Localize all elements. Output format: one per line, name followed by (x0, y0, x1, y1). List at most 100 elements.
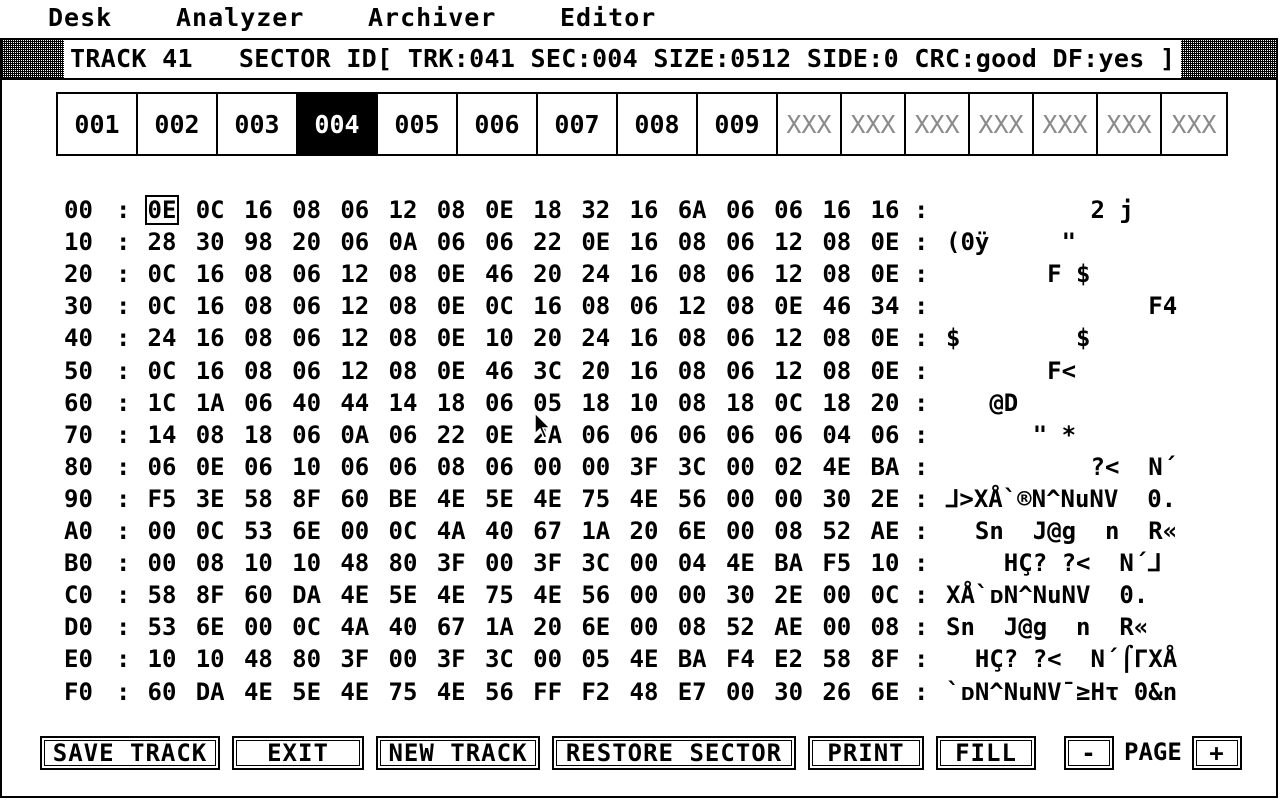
hex-byte[interactable]: 06 (385, 419, 421, 451)
hex-byte[interactable]: 22 (530, 226, 566, 258)
sector-tab-unavailable[interactable]: XXX (906, 94, 970, 154)
ascii-column[interactable]: `ᴅN^NuNV¯≥Hτ 0&n (946, 676, 1216, 708)
hex-byte[interactable]: 16 (819, 194, 855, 226)
hex-byte[interactable]: 0C (289, 611, 325, 643)
hex-byte[interactable]: 08 (674, 387, 710, 419)
hex-byte[interactable]: 06 (481, 387, 517, 419)
sector-tab-008[interactable]: 008 (618, 94, 698, 154)
menu-analyzer[interactable]: Analyzer (176, 2, 304, 34)
hex-byte[interactable]: 4A (433, 515, 469, 547)
sector-tab-unavailable[interactable]: XXX (1098, 94, 1162, 154)
hex-byte[interactable]: 08 (192, 547, 228, 579)
hex-byte[interactable]: 0E (433, 355, 469, 387)
hex-byte[interactable]: 00 (337, 515, 373, 547)
sector-tab-005[interactable]: 005 (378, 94, 458, 154)
hex-byte[interactable]: 0C (144, 258, 180, 290)
hex-byte[interactable]: 08 (433, 194, 469, 226)
hex-byte[interactable]: 6E (289, 515, 325, 547)
hex-byte[interactable]: 8F (289, 483, 325, 515)
hex-byte[interactable]: 20 (530, 611, 566, 643)
hex-byte[interactable]: 3E (192, 483, 228, 515)
window-title-bar[interactable]: TRACK 41 SECTOR ID[ TRK:041 SEC:004 SIZE… (2, 40, 1276, 80)
hex-byte[interactable]: 08 (385, 355, 421, 387)
page-plus-button[interactable]: + (1192, 736, 1242, 770)
hex-byte[interactable]: 08 (385, 322, 421, 354)
hex-byte[interactable]: 06 (722, 194, 758, 226)
ascii-column[interactable]: F< (946, 355, 1216, 387)
hex-byte[interactable]: 06 (240, 387, 276, 419)
ascii-column[interactable]: 2 j (946, 194, 1216, 226)
hex-byte[interactable]: 00 (240, 611, 276, 643)
hex-byte[interactable]: F2 (578, 676, 614, 708)
ascii-column[interactable]: HÇ? ?< N´⅃ (946, 547, 1216, 579)
hex-byte[interactable]: 3C (530, 355, 566, 387)
hex-byte[interactable]: 08 (240, 290, 276, 322)
hex-byte[interactable]: 14 (144, 419, 180, 451)
hex-byte[interactable]: 0C (192, 194, 228, 226)
hex-byte[interactable]: 16 (626, 258, 662, 290)
hex-byte[interactable]: 30 (771, 676, 807, 708)
hex-byte[interactable]: 4E (626, 483, 662, 515)
hex-byte[interactable]: 16 (192, 258, 228, 290)
hex-byte[interactable]: 4E (626, 643, 662, 675)
hex-byte[interactable]: 12 (385, 194, 421, 226)
hex-byte[interactable]: 1A (481, 611, 517, 643)
hex-byte[interactable]: 06 (433, 226, 469, 258)
hex-byte[interactable]: 0E (578, 226, 614, 258)
hex-byte[interactable]: 3F (530, 547, 566, 579)
hex-byte[interactable]: 00 (481, 547, 517, 579)
hex-byte[interactable]: 06 (722, 419, 758, 451)
hex-byte[interactable]: 52 (819, 515, 855, 547)
hex-byte[interactable]: 75 (385, 676, 421, 708)
sector-tab-006[interactable]: 006 (458, 94, 538, 154)
hex-byte[interactable]: 18 (240, 419, 276, 451)
ascii-column[interactable]: ⅃>XÅ`®N^NuNV 0. (946, 483, 1216, 515)
hex-byte[interactable]: 6E (578, 611, 614, 643)
hex-byte[interactable]: 16 (530, 290, 566, 322)
hex-byte[interactable]: 08 (674, 355, 710, 387)
hex-byte[interactable]: 24 (144, 322, 180, 354)
hex-byte[interactable]: 80 (385, 547, 421, 579)
hex-byte[interactable]: 24 (578, 258, 614, 290)
exit-button[interactable]: EXIT (232, 736, 364, 770)
hex-byte[interactable]: 32 (578, 194, 614, 226)
hex-byte[interactable]: 06 (289, 290, 325, 322)
hex-byte[interactable]: 8F (192, 579, 228, 611)
hex-byte[interactable]: 06 (337, 226, 373, 258)
hex-byte[interactable]: 1A (192, 387, 228, 419)
hex-byte[interactable]: 0C (771, 387, 807, 419)
hex-byte[interactable]: 3C (578, 547, 614, 579)
ascii-column[interactable]: F $ (946, 258, 1216, 290)
hex-byte[interactable]: 08 (385, 258, 421, 290)
hex-byte[interactable]: 0C (144, 355, 180, 387)
hex-byte[interactable]: 00 (144, 515, 180, 547)
hex-byte[interactable]: BA (867, 451, 903, 483)
hex-byte[interactable]: 06 (481, 451, 517, 483)
hex-byte[interactable]: 16 (626, 194, 662, 226)
hex-byte[interactable]: 5E (385, 579, 421, 611)
hex-byte[interactable]: 10 (289, 451, 325, 483)
hex-byte[interactable]: 46 (819, 290, 855, 322)
hex-byte[interactable]: BA (771, 547, 807, 579)
restore-sector-button[interactable]: RESTORE SECTOR (552, 736, 796, 770)
hex-byte[interactable]: 08 (433, 451, 469, 483)
hex-byte[interactable]: 04 (674, 547, 710, 579)
hex-byte[interactable]: 00 (674, 579, 710, 611)
hex-byte[interactable]: 40 (289, 387, 325, 419)
hex-byte[interactable]: 10 (240, 547, 276, 579)
hex-byte[interactable]: 06 (289, 419, 325, 451)
sector-tab-009[interactable]: 009 (698, 94, 778, 154)
hex-byte[interactable]: 28 (144, 226, 180, 258)
hex-byte[interactable]: 24 (578, 322, 614, 354)
hex-byte[interactable]: 08 (674, 611, 710, 643)
hex-byte[interactable]: 4E (530, 579, 566, 611)
hex-byte[interactable]: 30 (192, 226, 228, 258)
new-track-button[interactable]: NEW TRACK (376, 736, 540, 770)
hex-byte[interactable]: 20 (867, 387, 903, 419)
hex-byte[interactable]: 08 (819, 355, 855, 387)
hex-byte[interactable]: 0E (867, 355, 903, 387)
hex-byte[interactable]: 10 (481, 322, 517, 354)
ascii-column[interactable]: (0ÿ " (946, 226, 1216, 258)
hex-byte[interactable]: 58 (144, 579, 180, 611)
hex-byte[interactable]: 12 (337, 290, 373, 322)
